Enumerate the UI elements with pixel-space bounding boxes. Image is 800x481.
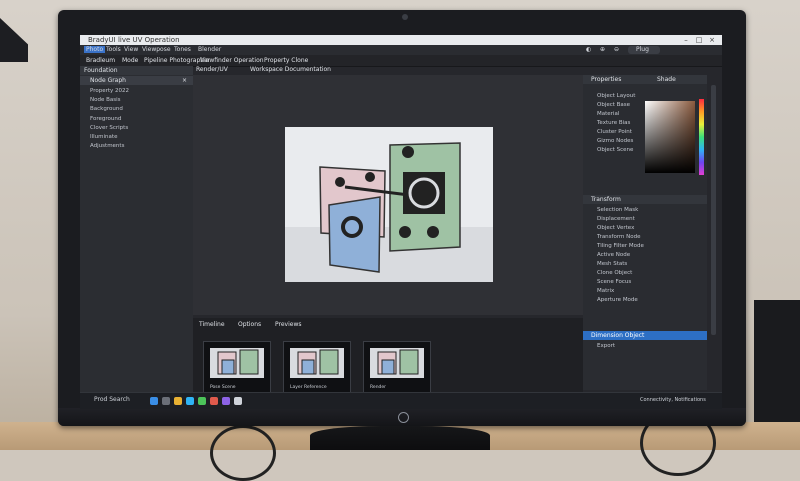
toolbar-clone[interactable]: Property Clone	[264, 57, 308, 64]
system-tray[interactable]: Connectivity, Notifications	[640, 397, 706, 403]
title-bar: BradyUI live UV Operation – □ ×	[80, 35, 722, 45]
left-panel-tab-label[interactable]: Foundation	[84, 67, 118, 74]
close-icon[interactable]: ×	[182, 77, 187, 84]
monitor-stand	[310, 426, 490, 450]
thumbnail-label: Pose Scene	[210, 385, 236, 390]
transform-item[interactable]: Clone Object	[597, 270, 632, 276]
taskbar-app-icon[interactable]	[174, 397, 182, 405]
color-picker[interactable]	[645, 101, 695, 173]
tab-render[interactable]: Render/UV	[196, 66, 228, 75]
thumbnail-image	[210, 348, 264, 378]
toolbar-viewfinder[interactable]: Viewfinder Operation	[200, 57, 264, 64]
selected-row[interactable]: Dimension Object	[583, 331, 707, 340]
thumbnail-label: Render	[370, 385, 387, 390]
tree-item[interactable]: Illuminate	[90, 134, 117, 140]
transform-item[interactable]: Selection Mask	[597, 207, 638, 213]
taskbar-app-icon[interactable]	[162, 397, 170, 405]
tab-render-label: Render/UV	[196, 66, 228, 73]
screen: BradyUI live UV Operation – □ × Photo To…	[80, 35, 722, 409]
right-panel-header: Properties Shade	[583, 75, 707, 84]
tree-item[interactable]: Node Basis	[90, 97, 121, 103]
tab-workspace-label: Workspace Documentation	[250, 66, 331, 73]
property-item[interactable]: Cluster Point	[597, 129, 632, 135]
property-item[interactable]: Texture Bias	[597, 120, 630, 126]
window-title: BradyUI live UV Operation	[88, 36, 180, 44]
taskbar-app-icon[interactable]	[186, 397, 194, 405]
transform-item[interactable]: Object Vertex	[597, 225, 634, 231]
tab-timeline[interactable]: Timeline	[199, 321, 225, 328]
right-panel-title[interactable]: Properties	[591, 76, 621, 83]
close-button[interactable]: ×	[706, 35, 718, 45]
minimize-button[interactable]: –	[680, 35, 692, 45]
thumbnail[interactable]: Render	[363, 341, 431, 393]
menu-tools[interactable]: Tools	[106, 46, 121, 53]
cable	[210, 425, 276, 481]
menu-viewpose[interactable]: Viewpose	[142, 46, 171, 53]
thumbnail-strip: Timeline Options Previews Pose Scene Lay…	[193, 318, 583, 395]
menu-view[interactable]: View	[124, 46, 138, 53]
transform-item[interactable]: Tiling Filter Mode	[597, 243, 644, 249]
theme-icon[interactable]: ◐	[586, 46, 591, 53]
property-item[interactable]: Object Scene	[597, 147, 633, 153]
tree-item[interactable]: Background	[90, 106, 123, 112]
power-icon[interactable]	[398, 412, 409, 423]
transform-item[interactable]: Scene Focus	[597, 279, 631, 285]
scene-illustration	[285, 127, 493, 282]
property-item[interactable]: Object Base	[597, 102, 630, 108]
taskbar-app-icon[interactable]	[234, 397, 242, 405]
toolbar-mode[interactable]: Mode	[122, 57, 138, 64]
property-item[interactable]: Gizmo Nodes	[597, 138, 633, 144]
transform-item[interactable]: Aperture Mode	[597, 297, 638, 303]
tree-item[interactable]: Property 2022	[90, 88, 129, 94]
taskbar-app-icon[interactable]	[222, 397, 230, 405]
tree-item[interactable]: Adjustments	[90, 143, 124, 149]
menu-tones[interactable]: Tones	[174, 46, 191, 53]
left-panel-header: Node Graph ×	[80, 76, 193, 85]
scene-render[interactable]	[285, 127, 493, 282]
property-item[interactable]: Material	[597, 111, 619, 117]
zoom-out-icon[interactable]: ⊖	[614, 46, 619, 53]
left-panel: Foundation Node Graph × Property 2022 No…	[80, 66, 193, 392]
plugin-button[interactable]: Plug	[636, 46, 649, 53]
taskbar-app-icon[interactable]	[198, 397, 206, 405]
transform-header: Transform	[583, 195, 707, 204]
left-panel-title[interactable]: Node Graph	[90, 77, 126, 84]
property-item[interactable]: Object Layout	[597, 93, 635, 99]
menu-bar: Photo Tools View Viewpose Tones Blender …	[80, 45, 722, 55]
tab-options[interactable]: Options	[238, 321, 261, 328]
transform-item[interactable]: Matrix	[597, 288, 614, 294]
transform-item[interactable]: Transform Node	[597, 234, 640, 240]
left-panel-tab: Foundation	[80, 66, 193, 75]
webcam	[402, 14, 408, 20]
tab-workspace[interactable]: Workspace Documentation	[250, 66, 331, 75]
transform-item[interactable]: Displacement	[597, 216, 635, 222]
color-tab[interactable]: Shade	[657, 76, 676, 83]
transform-item[interactable]: Active Node	[597, 252, 630, 258]
tree-item[interactable]: Clover Scripts	[90, 125, 128, 131]
export-item[interactable]: Export	[597, 343, 615, 349]
transform-item[interactable]: Mesh Stats	[597, 261, 627, 267]
zoom-in-icon[interactable]: ⊕	[600, 46, 605, 53]
thumbnail-label: Layer Reference	[290, 385, 327, 390]
menu-blender[interactable]: Blender	[198, 46, 221, 53]
thumbnail-image	[370, 348, 424, 378]
menu-photo[interactable]: Photo	[84, 46, 106, 53]
thumbnail[interactable]: Layer Reference	[283, 341, 351, 393]
taskbar-search[interactable]: Prod Search	[94, 396, 130, 403]
taskbar: Prod Search Connectivity, Notifications	[80, 392, 722, 409]
tab-previews[interactable]: Previews	[275, 321, 301, 328]
selected-row-label: Dimension Object	[591, 332, 645, 339]
maximize-button[interactable]: □	[693, 35, 705, 45]
taskbar-app-icon[interactable]	[150, 397, 158, 405]
hue-slider[interactable]	[699, 99, 704, 175]
taskbar-app-icon[interactable]	[210, 397, 218, 405]
scrollbar[interactable]	[711, 85, 716, 335]
thumbnail-image	[290, 348, 344, 378]
toolbar-workspace[interactable]: Bradleum	[86, 57, 115, 64]
transform-title[interactable]: Transform	[591, 196, 621, 203]
tree-item[interactable]: Foreground	[90, 116, 121, 122]
thumbnail[interactable]: Pose Scene	[203, 341, 271, 393]
